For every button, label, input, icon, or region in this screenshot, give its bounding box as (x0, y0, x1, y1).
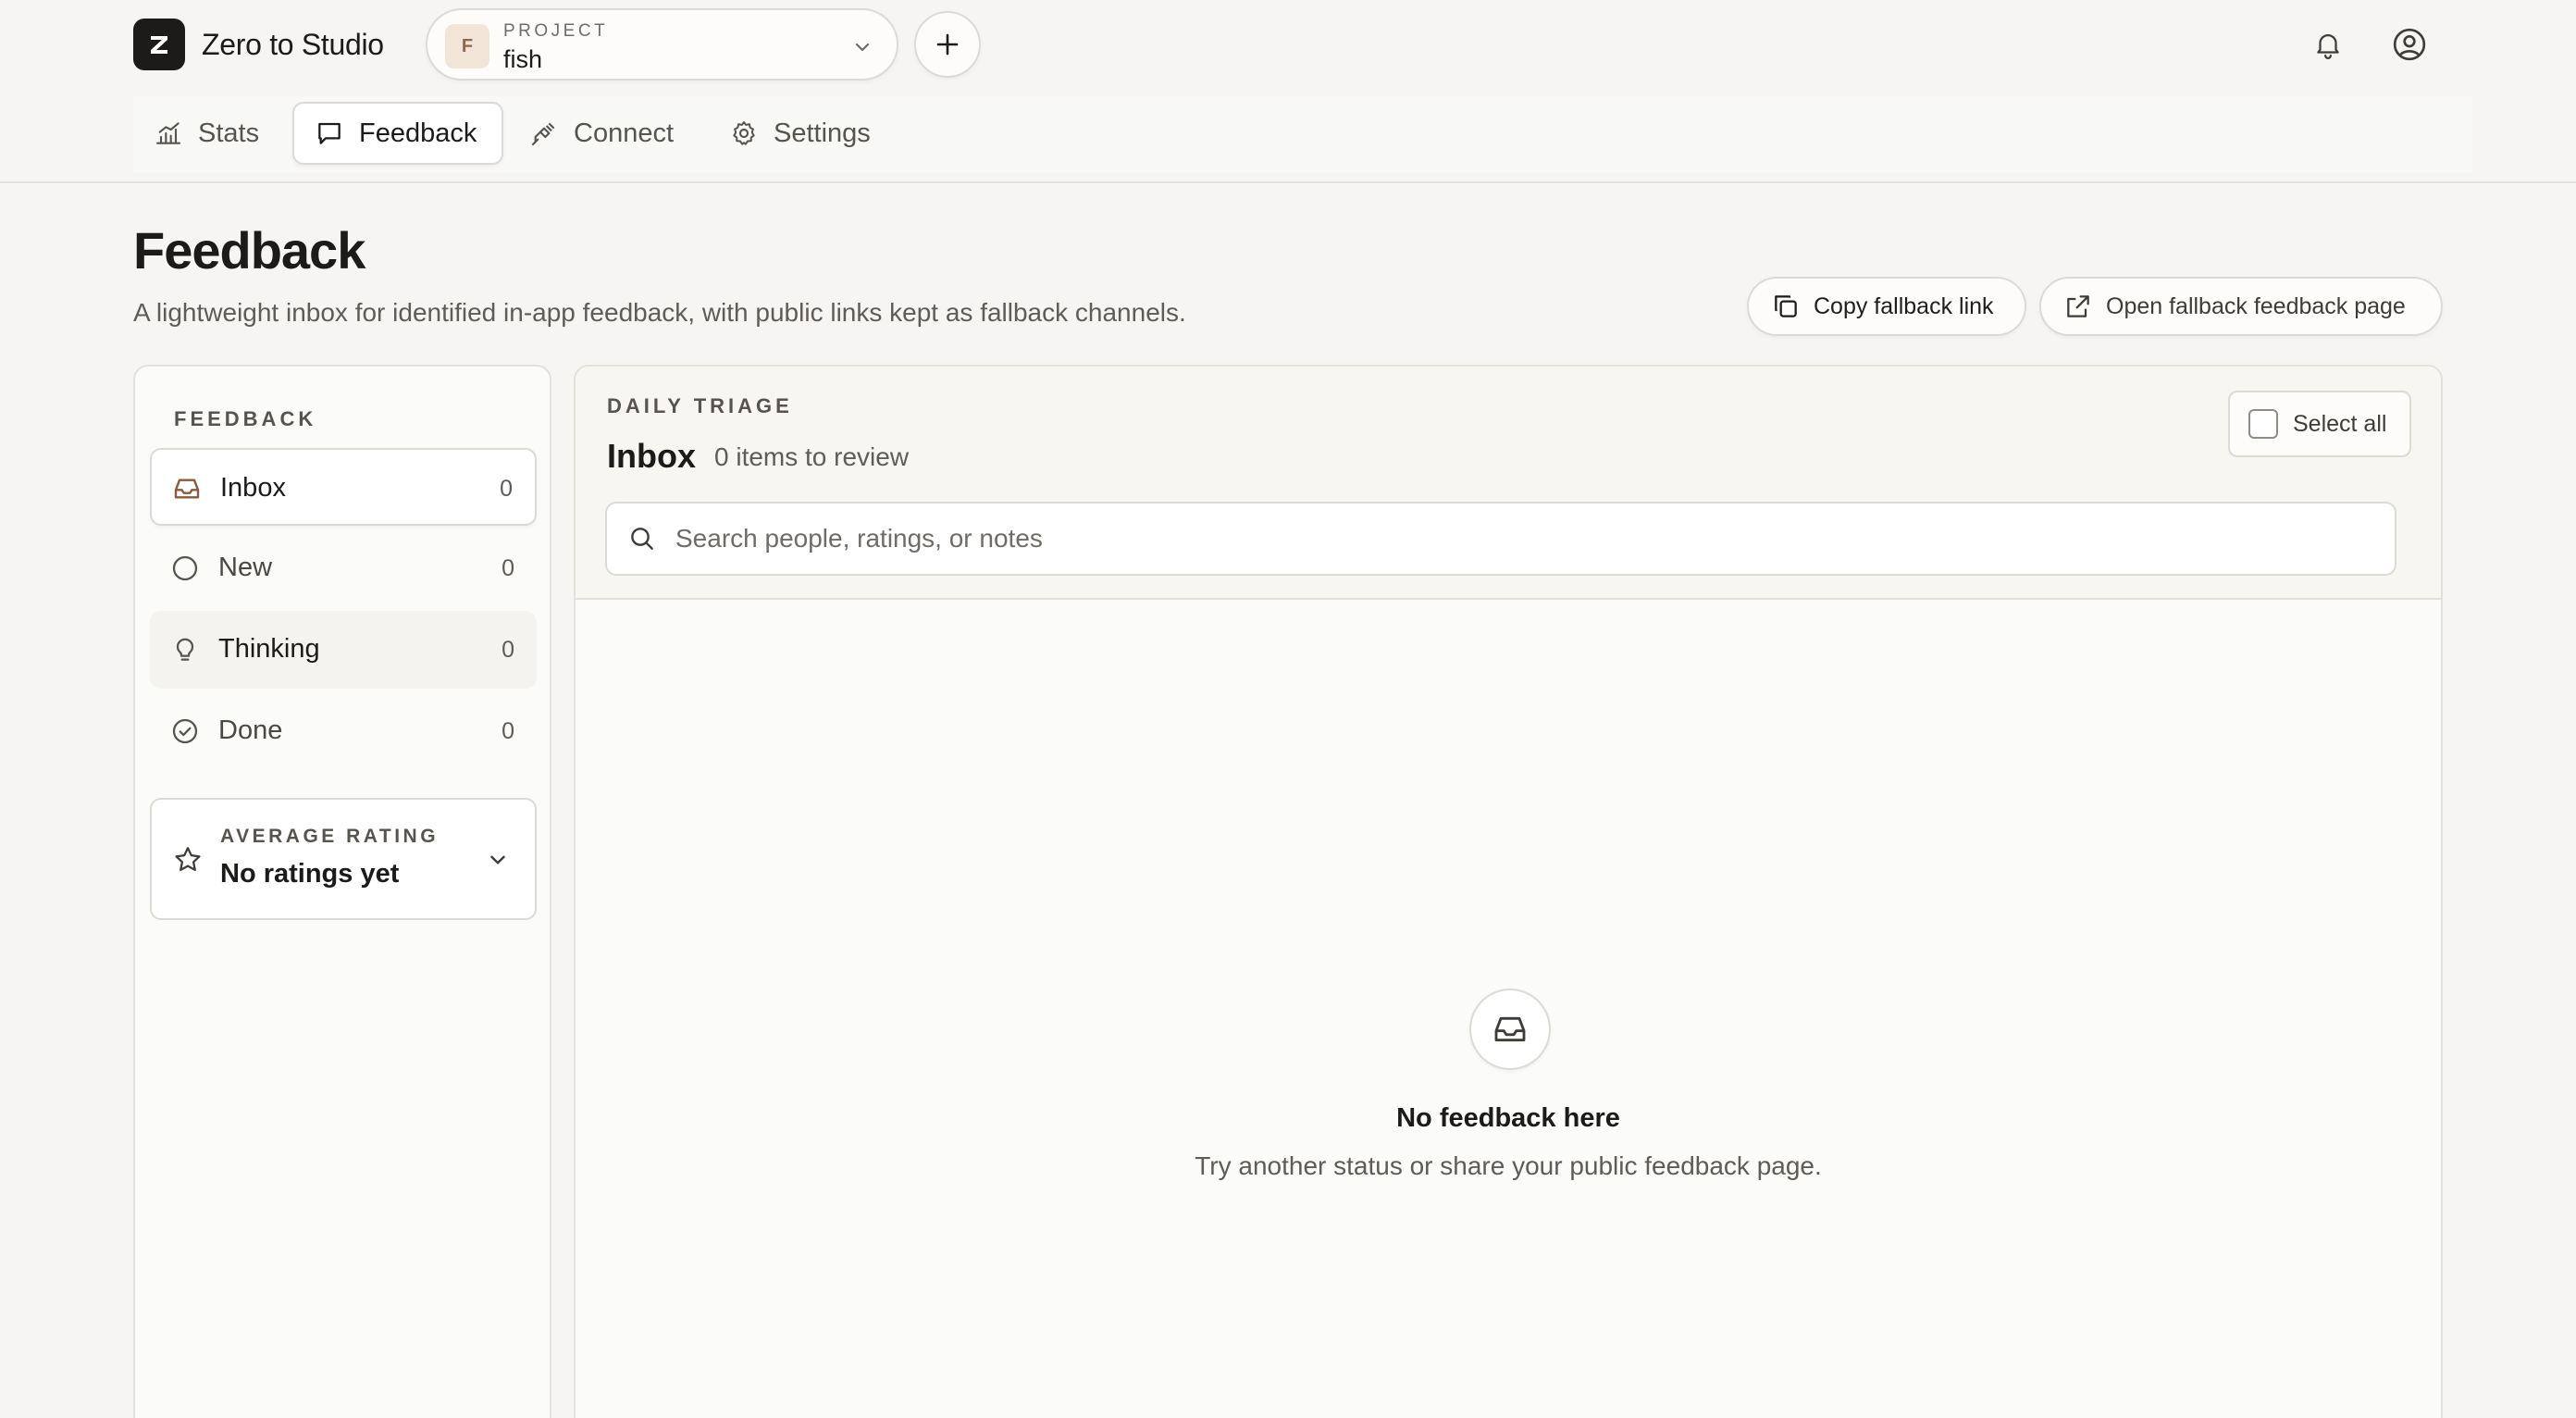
triage-panel: DAILY TRIAGE Inbox 0 items to review Sel… (574, 365, 2443, 1418)
inbox-icon (1494, 1016, 1526, 1042)
project-label: PROJECT (503, 21, 609, 41)
account-button[interactable] (2389, 24, 2430, 65)
star-icon (175, 847, 201, 872)
sidebar-item-new[interactable]: New 0 (150, 529, 537, 607)
sidebar-item-count: 0 (500, 476, 513, 502)
project-value: fish (503, 45, 543, 73)
tab-connect[interactable]: Connect (529, 102, 687, 165)
sidebar-item-thinking[interactable]: Thinking 0 (150, 611, 537, 689)
plus-icon (936, 33, 959, 56)
lightbulb-icon (176, 638, 194, 661)
brand-name: Zero to Studio (202, 27, 384, 61)
sidebar-item-count: 0 (502, 555, 514, 581)
sidebar-section-label: FEEDBACK (174, 407, 317, 430)
circle-icon (172, 555, 198, 581)
average-rating-value: No ratings yet (220, 859, 400, 889)
tab-label: Feedback (359, 118, 477, 148)
search-input[interactable] (675, 524, 2341, 554)
sidebar-item-label: Thinking (218, 634, 320, 664)
copy-fallback-link-button[interactable]: Copy fallback link (1747, 277, 2026, 336)
brand-logo (133, 19, 185, 70)
sidebar-item-label: Done (218, 715, 283, 745)
tab-label: Settings (774, 118, 871, 148)
external-link-icon (2067, 295, 2089, 317)
chevron-down-icon (855, 43, 870, 52)
average-rating-label: AVERAGE RATING (220, 826, 440, 847)
empty-state-title: No feedback here (1396, 1103, 1620, 1133)
select-all-checkbox[interactable] (2248, 409, 2278, 439)
search-box[interactable] (605, 502, 2396, 576)
open-fallback-page-button[interactable]: Open fallback feedback page (2039, 277, 2443, 336)
plug-icon (531, 122, 555, 146)
sidebar-item-count: 0 (502, 718, 514, 744)
copy-icon (1775, 295, 1797, 317)
inbox-title: Inbox (607, 437, 696, 475)
nav-divider (0, 181, 2576, 183)
average-rating-card[interactable]: AVERAGE RATING No ratings yet (150, 798, 537, 920)
tab-stats[interactable]: Stats (154, 102, 278, 165)
check-circle-icon (172, 718, 198, 744)
chart-icon (155, 122, 181, 144)
brand[interactable]: Zero to Studio (133, 19, 384, 70)
tab-label: Connect (574, 118, 675, 148)
select-all-button[interactable]: Select all (2228, 391, 2411, 457)
copy-fallback-link-label: Copy fallback link (1814, 292, 1994, 319)
open-fallback-page-label: Open fallback feedback page (2106, 292, 2406, 319)
triage-section-label: DAILY TRIAGE (607, 394, 793, 417)
inbox-icon (174, 479, 200, 499)
message-icon (318, 122, 341, 144)
tab-label: Stats (198, 118, 260, 148)
bell-icon (2317, 34, 2339, 59)
sidebar-item-count: 0 (502, 637, 514, 663)
page-title: Feedback (133, 221, 365, 280)
page-subtitle: A lightweight inbox for identified in-ap… (133, 298, 1186, 327)
add-project-button[interactable] (914, 11, 981, 78)
empty-state-subtitle: Try another status or share your public … (1195, 1151, 1822, 1180)
project-avatar: F (445, 24, 489, 68)
sidebar-item-label: New (218, 553, 273, 582)
user-circle-icon (2393, 28, 2426, 61)
tab-settings[interactable]: Settings (729, 102, 886, 165)
project-selector[interactable]: F PROJECT fish (426, 8, 898, 81)
empty-state-icon (1469, 989, 1551, 1070)
search-icon (631, 528, 653, 550)
top-bar: Zero to Studio F PROJECT fish (0, 0, 2576, 89)
chevron-down-icon (490, 855, 505, 864)
tab-feedback[interactable]: Feedback (292, 102, 503, 165)
logo-z-icon (151, 36, 167, 54)
select-all-label: Select all (2293, 410, 2387, 437)
feedback-sidebar: FEEDBACK Inbox 0 New 0 Thinking 0 Done 0 (133, 365, 551, 1418)
sidebar-item-done[interactable]: Done 0 (150, 692, 537, 770)
inbox-count: 0 items to review (714, 442, 910, 471)
sidebar-item-label: Inbox (220, 473, 286, 503)
triage-header: DAILY TRIAGE Inbox 0 items to review Sel… (576, 367, 2441, 600)
gear-icon (733, 121, 755, 145)
notifications-button[interactable] (2308, 24, 2348, 65)
sidebar-item-inbox[interactable]: Inbox 0 (150, 448, 537, 526)
